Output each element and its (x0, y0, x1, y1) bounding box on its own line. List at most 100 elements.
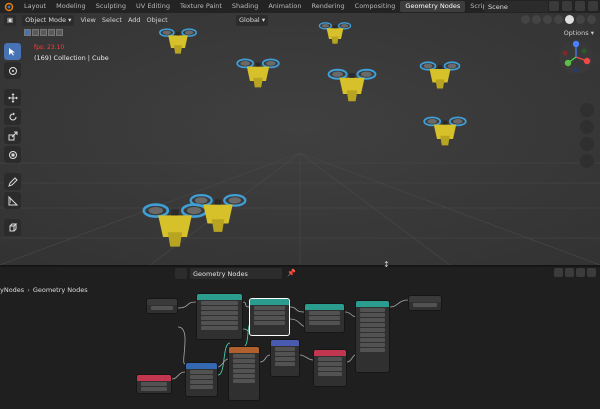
zoom-icon[interactable] (580, 103, 594, 117)
viewport-floor-grid (0, 13, 600, 265)
workspace-tab-uv-editing[interactable]: UV Editing (131, 1, 175, 12)
select-extend-icon[interactable] (32, 29, 39, 36)
solid-shading-icon[interactable] (565, 15, 574, 24)
node-realize-instances[interactable] (249, 298, 290, 336)
breadcrumb: yNodes › Geometry Nodes (0, 286, 88, 294)
menu-add[interactable]: Add (128, 16, 141, 24)
menu-select[interactable]: Select (102, 16, 122, 24)
workspace-tab-texture-paint[interactable]: Texture Paint (175, 1, 227, 12)
node-math-multiply[interactable] (228, 346, 260, 401)
viewport-shading-buttons (521, 15, 596, 24)
show-region-icon[interactable] (576, 268, 585, 277)
scale-tool[interactable] (4, 127, 21, 144)
workspace-tab-shading[interactable]: Shading (227, 1, 263, 12)
select-invert-icon[interactable] (48, 29, 55, 36)
workspace-tab-rendering[interactable]: Rendering (306, 1, 349, 12)
options-dropdown[interactable]: Options ▾ (564, 29, 594, 37)
node-group-output[interactable] (408, 295, 442, 311)
view-layer-icon[interactable] (562, 1, 572, 11)
backdrop-icon[interactable] (587, 268, 596, 277)
overlay-toggle-icon[interactable] (543, 15, 552, 24)
transform-tool[interactable] (4, 146, 21, 163)
menu-view[interactable]: View (80, 16, 95, 24)
object-mode-dropdown[interactable]: Object Mode ▾ (22, 14, 75, 26)
gizmo-toggle-icon[interactable] (532, 15, 541, 24)
scale-icon (8, 131, 17, 140)
transform-icon (8, 150, 17, 159)
breadcrumb-separator-icon: › (27, 286, 30, 294)
select-new-icon[interactable] (24, 29, 31, 36)
move-arrows-icon (7, 92, 18, 103)
options-label: Options (563, 29, 589, 37)
node-editor-header: Geometry Nodes 📌 (0, 267, 600, 280)
workspace-tab-sculpting[interactable]: Sculpting (91, 1, 131, 12)
workspace-tab-compositing[interactable]: Compositing (350, 1, 401, 12)
node-object-info[interactable] (136, 374, 172, 394)
3d-viewport[interactable]: ▣ Object Mode ▾ View Select Add Object G… (0, 13, 600, 265)
node-rotate-euler[interactable] (185, 362, 218, 397)
pin-icon[interactable]: 📌 (287, 269, 296, 277)
cursor-arrow-icon (9, 48, 15, 56)
select-intersect-icon[interactable] (56, 29, 63, 36)
render-layer-icon[interactable] (575, 1, 585, 11)
material-shading-icon[interactable] (576, 15, 585, 24)
workspace-tabs: Layout Modeling Sculpting UV Editing Texture… (19, 1, 504, 12)
editor-type-button[interactable]: ▣ (4, 14, 17, 26)
node-instance-on-points[interactable] (196, 293, 243, 340)
pencil-icon (7, 176, 18, 187)
workspace-tab-geometry-nodes[interactable]: Geometry Nodes (400, 1, 466, 12)
node-combine-xyz[interactable] (313, 349, 347, 387)
navigation-buttons (580, 103, 594, 168)
node-transform-geometry[interactable] (355, 300, 390, 373)
ruler-icon (8, 195, 18, 205)
snap-icon[interactable] (565, 268, 574, 277)
node-scene-time[interactable] (270, 339, 300, 377)
blender-logo-icon[interactable] (3, 1, 15, 13)
fps-readout: fps: 23.10 (34, 44, 65, 51)
top-menu-bar: Layout Modeling Sculpting UV Editing Texture… (0, 0, 600, 13)
node-tree-selector[interactable]: Geometry Nodes (190, 268, 282, 279)
viewport-header: ▣ Object Mode ▾ View Select Add Object G… (0, 13, 600, 27)
node-editor-right-icons (554, 268, 596, 277)
scene-browse-icon[interactable] (549, 1, 559, 11)
collection-info: (169) Collection | Cube (34, 54, 109, 62)
visibility-icon[interactable] (521, 15, 530, 24)
rotate-icon (8, 112, 17, 121)
node-set-position[interactable] (304, 303, 345, 333)
top-right-icons (549, 1, 598, 11)
move-tool[interactable] (4, 89, 21, 106)
close-scene-icon[interactable] (588, 1, 598, 11)
transform-orientation-dropdown[interactable]: Global ▾ (236, 14, 269, 26)
object-mode-label: Object Mode (25, 16, 67, 24)
measure-tool[interactable] (4, 192, 21, 209)
navigation-gizmo[interactable] (558, 39, 594, 75)
annotate-tool[interactable] (4, 173, 21, 190)
menu-object[interactable]: Object (147, 16, 168, 24)
select-box-tool[interactable] (4, 43, 21, 60)
breadcrumb-parent[interactable]: yNodes (0, 286, 24, 294)
scene-name: Scene (488, 2, 508, 11)
xray-icon[interactable] (554, 15, 563, 24)
workspace-tab-layout[interactable]: Layout (19, 1, 51, 12)
node-group-input[interactable] (146, 298, 178, 314)
overlay-icon[interactable] (554, 268, 563, 277)
rotate-tool[interactable] (4, 108, 21, 125)
workspace-tab-animation[interactable]: Animation (263, 1, 306, 12)
workspace-tab-modeling[interactable]: Modeling (51, 1, 91, 12)
node-links (171, 299, 409, 380)
camera-view-icon[interactable] (580, 137, 594, 151)
scene-selector[interactable]: Scene (484, 1, 548, 12)
node-editor-type-icon[interactable] (175, 268, 187, 279)
pan-hand-icon[interactable] (580, 120, 594, 134)
node-editor[interactable]: Geometry Nodes 📌 yNodes › Geometry Nodes (0, 267, 600, 409)
perspective-toggle-icon[interactable] (580, 154, 594, 168)
select-subtract-icon[interactable] (40, 29, 47, 36)
selection-mode-buttons (24, 29, 63, 36)
cursor-tool[interactable] (4, 62, 21, 79)
rendered-shading-icon[interactable] (587, 15, 596, 24)
3d-cursor-icon (8, 66, 17, 75)
node-tree-name: Geometry Nodes (193, 269, 248, 278)
breadcrumb-current[interactable]: Geometry Nodes (33, 286, 88, 294)
add-cube-tool[interactable] (4, 219, 21, 236)
cube-add-icon (9, 223, 17, 231)
